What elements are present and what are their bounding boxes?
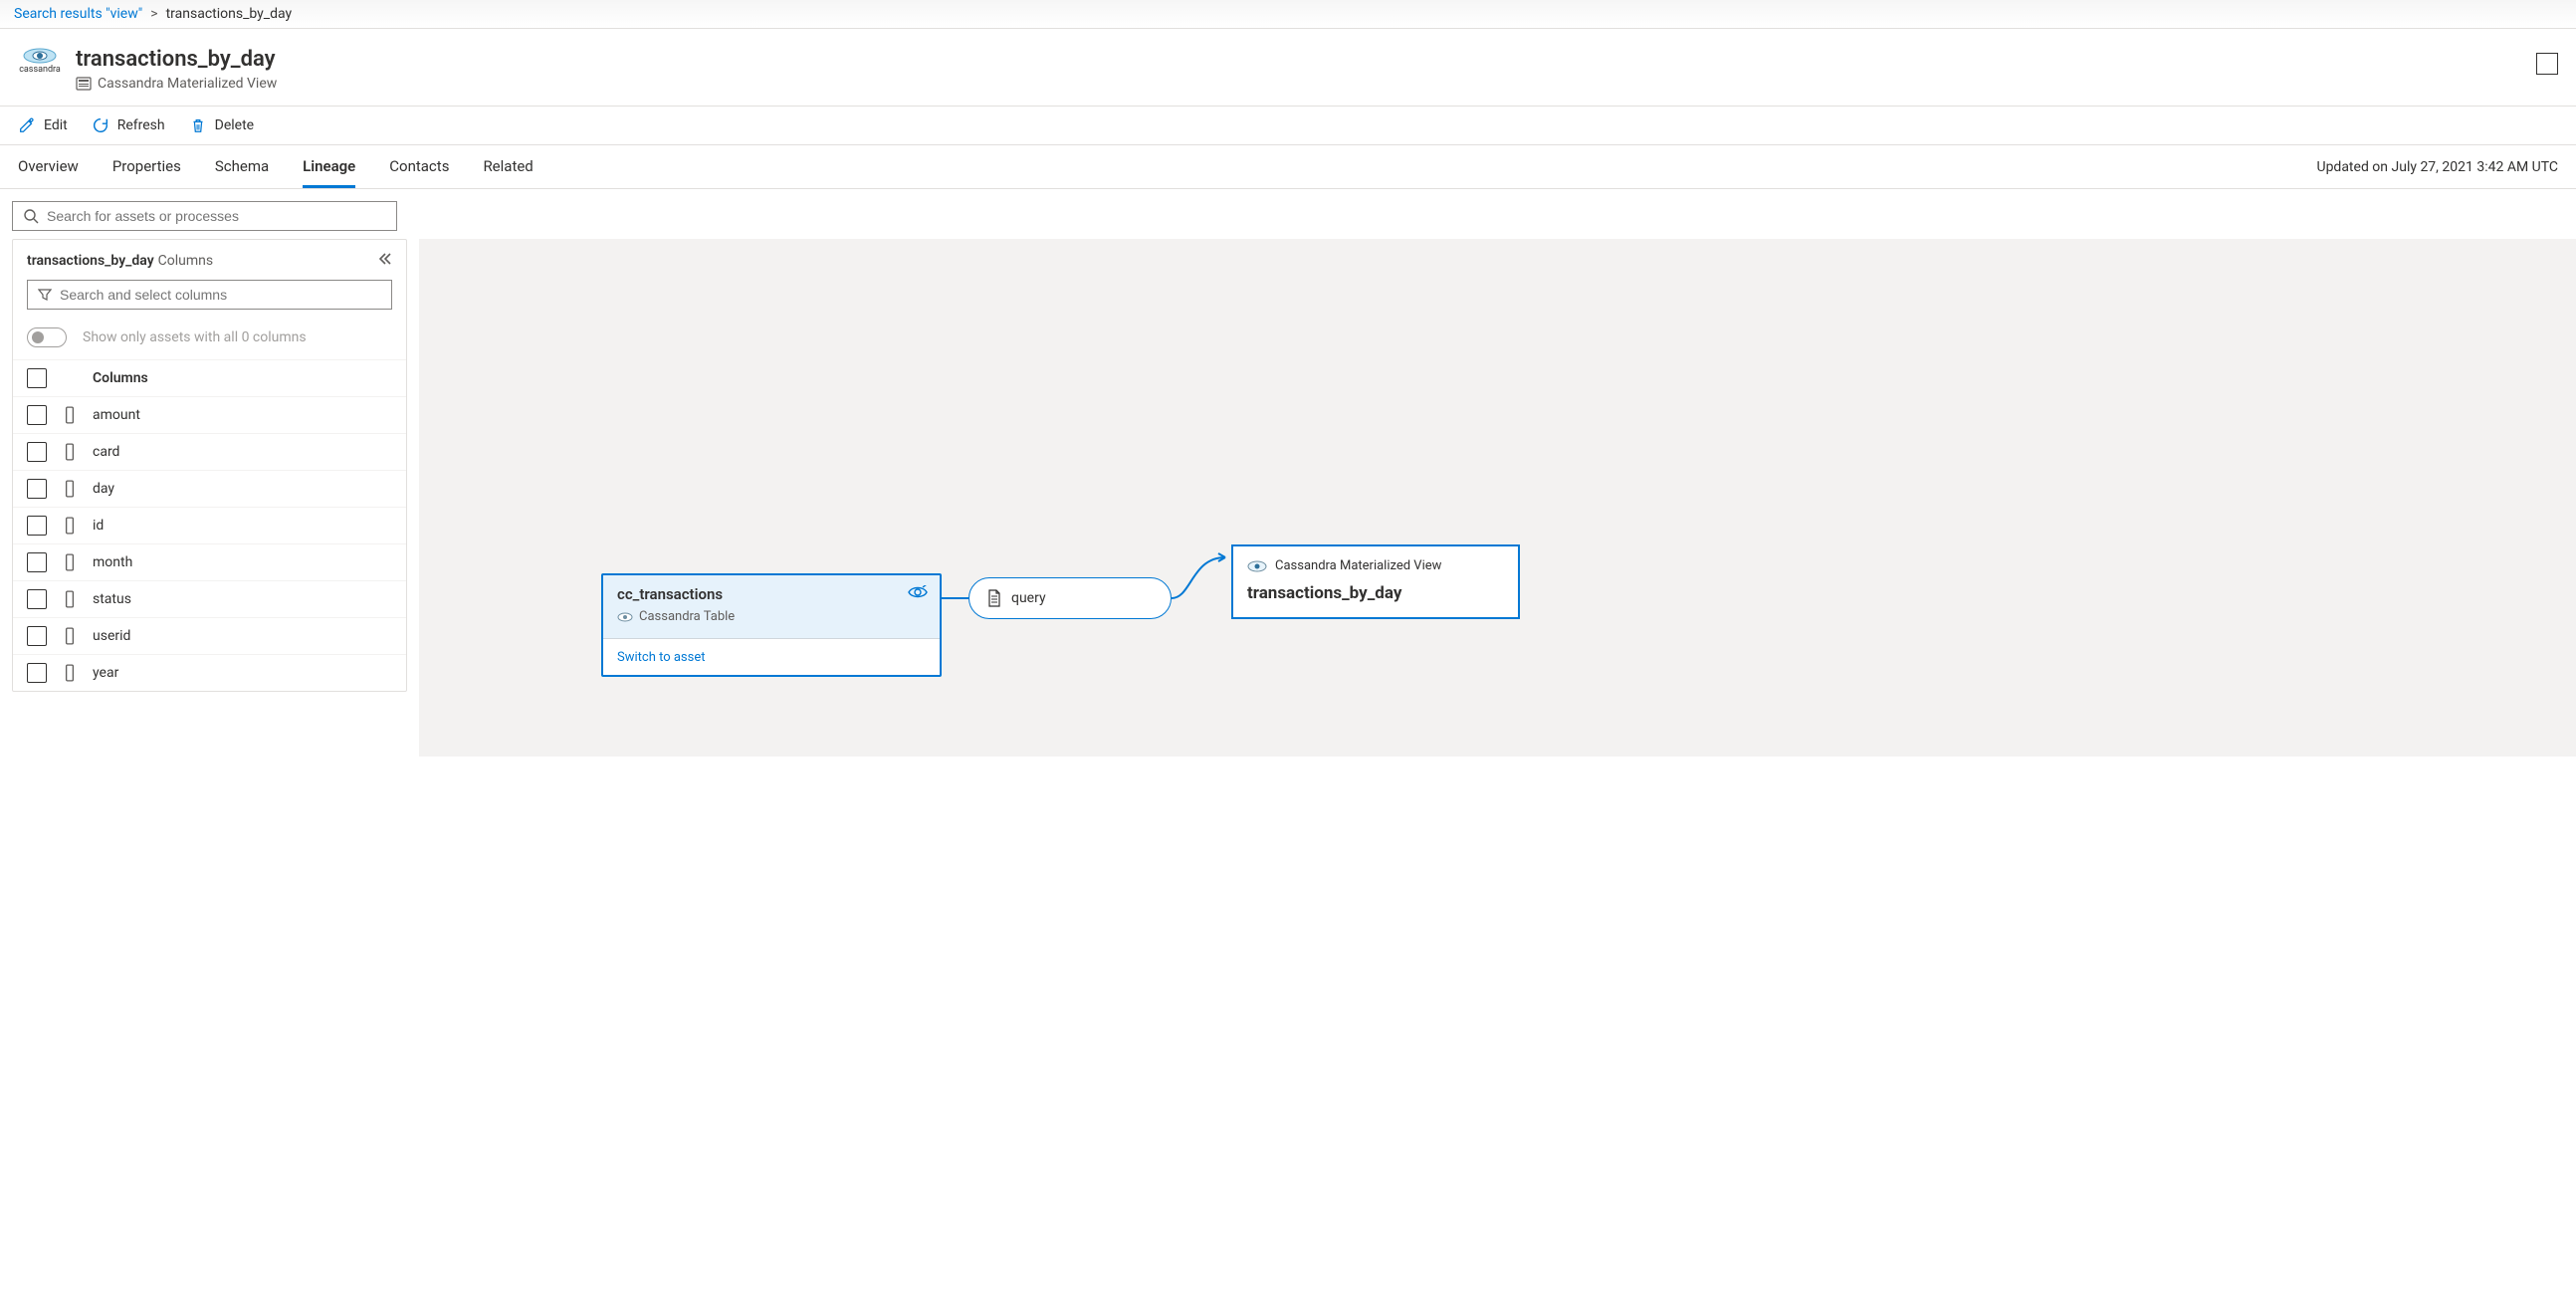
cassandra-small-icon xyxy=(1247,560,1267,572)
column-checkbox[interactable] xyxy=(27,405,47,425)
chevron-double-left-icon xyxy=(378,252,392,266)
column-icon xyxy=(63,480,77,498)
column-search-input[interactable] xyxy=(60,287,381,303)
columns-panel-title: transactions_by_dayColumns xyxy=(27,253,213,269)
lineage-edge xyxy=(1172,551,1235,603)
lineage-target-type: Cassandra Materialized View xyxy=(1247,558,1504,573)
show-only-label: Show only assets with all 0 columns xyxy=(83,329,307,345)
collapse-panel-button[interactable] xyxy=(378,252,392,270)
column-checkbox[interactable] xyxy=(27,589,47,609)
breadcrumb: Search results "view" > transactions_by_… xyxy=(0,0,2576,29)
lineage-node-target[interactable]: Cassandra Materialized View transactions… xyxy=(1231,544,1520,619)
column-icon xyxy=(63,590,77,608)
show-only-toggle[interactable] xyxy=(27,327,67,347)
column-row[interactable]: status xyxy=(13,580,406,617)
document-icon xyxy=(985,589,1003,607)
last-updated: Updated on July 27, 2021 3:42 AM UTC xyxy=(2316,147,2558,187)
command-bar: Edit Refresh Delete xyxy=(0,107,2576,145)
asset-subtype: Cassandra Materialized View xyxy=(76,76,277,92)
column-search[interactable] xyxy=(27,280,392,310)
search-icon xyxy=(23,208,39,224)
column-list: Columns amount card day id xyxy=(13,359,406,691)
column-name: status xyxy=(93,591,131,607)
column-checkbox[interactable] xyxy=(27,552,47,572)
trash-icon xyxy=(189,116,207,134)
edit-button[interactable]: Edit xyxy=(18,116,68,134)
pencil-icon xyxy=(18,116,36,134)
lineage-node-type: Cassandra Table xyxy=(617,609,926,624)
lineage-process-label: query xyxy=(1011,590,1046,606)
column-checkbox[interactable] xyxy=(27,663,47,683)
asset-search-input[interactable] xyxy=(47,208,386,224)
column-row[interactable]: month xyxy=(13,543,406,580)
column-row[interactable]: userid xyxy=(13,617,406,654)
delete-button[interactable]: Delete xyxy=(189,116,254,134)
column-icon xyxy=(63,443,77,461)
column-icon xyxy=(63,664,77,682)
tab-properties[interactable]: Properties xyxy=(112,145,181,188)
column-checkbox[interactable] xyxy=(27,516,47,536)
column-row[interactable]: id xyxy=(13,507,406,543)
breadcrumb-separator: > xyxy=(150,6,157,22)
materialized-view-icon xyxy=(76,76,92,92)
column-name: month xyxy=(93,554,132,570)
page-header: cassandra transactions_by_day Cassandra … xyxy=(0,29,2576,107)
lineage-canvas[interactable]: cc_transactions Cassandra Table Switch t… xyxy=(419,239,2576,757)
tab-lineage[interactable]: Lineage xyxy=(303,145,355,188)
column-name: id xyxy=(93,518,104,534)
lineage-target-title: transactions_by_day xyxy=(1247,583,1504,603)
cassandra-small-icon xyxy=(617,612,633,622)
column-icon xyxy=(63,553,77,571)
column-row[interactable]: day xyxy=(13,470,406,507)
refresh-icon xyxy=(92,116,109,134)
column-checkbox[interactable] xyxy=(27,442,47,462)
tab-schema[interactable]: Schema xyxy=(215,145,269,188)
column-row[interactable]: amount xyxy=(13,396,406,433)
columns-panel: transactions_by_dayColumns Show only ass… xyxy=(12,239,407,692)
column-name: card xyxy=(93,444,119,460)
tabs: Overview Properties Schema Lineage Conta… xyxy=(18,145,534,188)
select-all-checkbox[interactable] xyxy=(27,368,47,388)
column-name: userid xyxy=(93,628,130,644)
column-checkbox[interactable] xyxy=(27,626,47,646)
breadcrumb-back-link[interactable]: Search results "view" xyxy=(14,6,142,22)
cassandra-logo: cassandra xyxy=(18,47,62,92)
column-icon xyxy=(63,517,77,535)
tabs-row: Overview Properties Schema Lineage Conta… xyxy=(0,145,2576,189)
lineage-node-process[interactable]: query xyxy=(968,577,1172,619)
eye-icon[interactable] xyxy=(908,585,928,603)
filter-icon xyxy=(38,288,52,302)
column-name: year xyxy=(93,665,118,681)
column-icon xyxy=(63,406,77,424)
breadcrumb-current: transactions_by_day xyxy=(166,6,293,22)
column-list-header: Columns xyxy=(13,359,406,396)
column-row[interactable]: card xyxy=(13,433,406,470)
column-name: amount xyxy=(93,407,140,423)
tab-contacts[interactable]: Contacts xyxy=(389,145,449,188)
switch-to-asset-link[interactable]: Switch to asset xyxy=(617,650,706,665)
column-checkbox[interactable] xyxy=(27,479,47,499)
lineage-node-title: cc_transactions xyxy=(617,585,926,603)
tab-overview[interactable]: Overview xyxy=(18,145,79,188)
column-row[interactable]: year xyxy=(13,654,406,691)
column-name: day xyxy=(93,481,114,497)
asset-search[interactable] xyxy=(12,201,397,231)
tab-related[interactable]: Related xyxy=(483,145,533,188)
column-icon xyxy=(63,627,77,645)
page-title: transactions_by_day xyxy=(76,47,277,72)
header-action-placeholder[interactable] xyxy=(2536,53,2558,75)
lineage-edge xyxy=(942,593,971,603)
lineage-node-source[interactable]: cc_transactions Cassandra Table Switch t… xyxy=(601,573,942,677)
refresh-button[interactable]: Refresh xyxy=(92,116,165,134)
